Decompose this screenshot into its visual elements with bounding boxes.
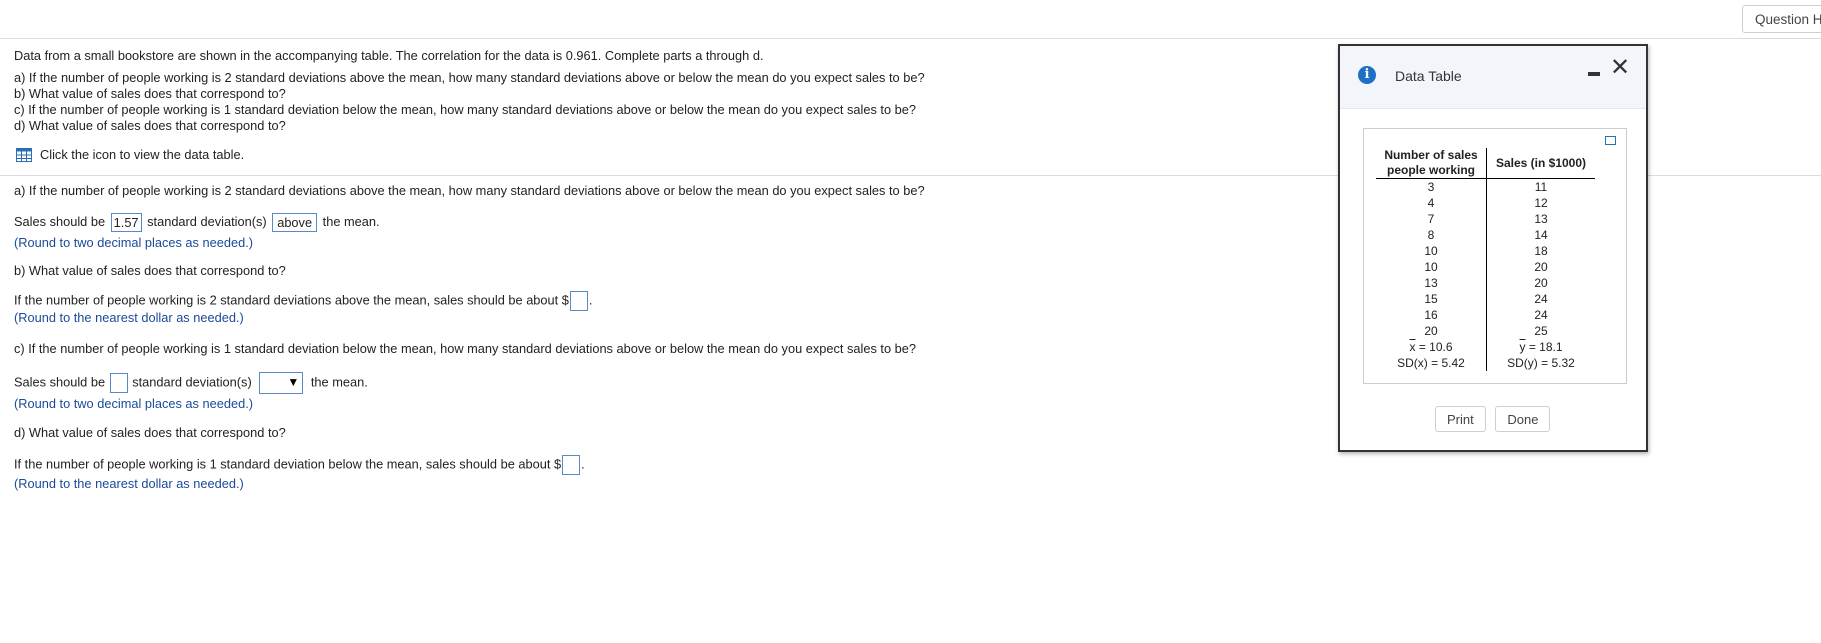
part-c-hint: (Round to two decimal places as needed.) [14, 396, 254, 411]
part-a-answer-field[interactable]: 1.57 [110, 213, 142, 232]
table-cell: 3 [1376, 178, 1487, 195]
top-bar: Question Help [0, 0, 1821, 39]
data-table: Number of sales people working Sales (in… [1376, 148, 1595, 371]
sd-x-cell: SD(x) = 5.42 [1376, 355, 1487, 371]
part-c-question: c) If the number of people working is 1 … [14, 341, 917, 356]
sd-y-cell: SD(y) = 5.32 [1507, 356, 1575, 370]
part-a-question: a) If the number of people working is 2 … [14, 183, 925, 198]
print-button[interactable]: Print [1435, 406, 1486, 432]
table-cell: 20 [1534, 276, 1548, 290]
table-cell: 10 [1376, 243, 1487, 259]
table-cell: 14 [1534, 228, 1548, 242]
part-a-middle: standard deviation(s) [147, 213, 267, 229]
y-mean-value: = 18.1 [1525, 340, 1563, 354]
table-cell: 16 [1376, 307, 1487, 323]
intro-question-d: d) What value of sales does that corresp… [14, 118, 286, 133]
view-data-table-link[interactable]: Click the icon to view the data table. [16, 147, 244, 162]
table-cell: 25 [1534, 324, 1548, 338]
table-cell: 18 [1534, 244, 1548, 258]
part-c-answer-row: Sales should be standard deviation(s) ▼ … [14, 372, 368, 394]
table-row: 15 24 [1376, 291, 1595, 307]
table-row: 16 24 [1376, 307, 1595, 323]
table-cell: 20 [1376, 323, 1487, 339]
part-c-direction-dropdown[interactable]: ▼ [259, 372, 304, 394]
part-d-answer-row: If the number of people working is 1 sta… [14, 455, 585, 475]
info-icon: i [1358, 66, 1376, 84]
dialog-title: Data Table [1395, 68, 1462, 84]
table-cell: 15 [1376, 291, 1487, 307]
table-row: 3 11 [1376, 178, 1595, 195]
x-mean-cell: x = 10.6 [1376, 339, 1487, 355]
part-a-answer-row: Sales should be 1.57 standard deviation(… [14, 213, 380, 232]
question-help-button[interactable]: Question Help [1742, 5, 1821, 33]
dropdown-arrow-icon: ▼ [287, 375, 300, 389]
part-c-middle: standard deviation(s) [132, 374, 252, 390]
part-d-question: d) What value of sales does that corresp… [14, 425, 286, 440]
intro-question-b: b) What value of sales does that corresp… [14, 86, 286, 101]
part-c-answer-field[interactable] [109, 373, 128, 393]
minimize-icon[interactable] [1588, 72, 1600, 76]
intro-question-a: a) If the number of people working is 2 … [14, 70, 925, 85]
part-d-answer-field[interactable] [562, 455, 581, 475]
table-row: 10 20 [1376, 259, 1595, 275]
intro-question-c: c) If the number of people working is 1 … [14, 102, 917, 117]
part-b-question: b) What value of sales does that corresp… [14, 263, 286, 278]
view-data-table-label: Click the icon to view the data table. [40, 147, 245, 162]
dialog-buttons: Print Done [1435, 406, 1556, 432]
table-row: 7 13 [1376, 211, 1595, 227]
column-header-people-line2: people working [1386, 163, 1475, 177]
column-header-people: Number of sales people working [1376, 148, 1487, 179]
table-row: 13 20 [1376, 275, 1595, 291]
intro-text: Data from a small bookstore are shown in… [14, 48, 764, 63]
part-a-suffix: the mean. [322, 213, 380, 229]
table-cell: 11 [1534, 180, 1548, 194]
sd-row: SD(x) = 5.42 SD(y) = 5.32 [1376, 355, 1595, 371]
close-icon[interactable]: ✕ [1610, 56, 1630, 80]
table-cell: 7 [1376, 211, 1487, 227]
part-d-suffix: . [581, 456, 585, 472]
part-b-prefix: If the number of people working is 2 sta… [14, 292, 569, 308]
table-cell: 4 [1376, 195, 1487, 211]
part-c-prefix: Sales should be [14, 374, 106, 390]
table-row: 8 14 [1376, 227, 1595, 243]
column-header-people-line1: Number of sales [1384, 148, 1478, 162]
y-mean-cell: y = 18.1 [1487, 339, 1596, 355]
data-table-container: Number of sales people working Sales (in… [1363, 128, 1627, 384]
copy-icon[interactable] [1605, 136, 1616, 145]
part-a-prefix: Sales should be [14, 213, 106, 229]
part-b-hint: (Round to the nearest dollar as needed.) [14, 310, 244, 325]
table-cell: 12 [1534, 196, 1548, 210]
table-cell: 24 [1534, 292, 1548, 306]
table-cell: 13 [1376, 275, 1487, 291]
table-row: 10 18 [1376, 243, 1595, 259]
grid-table-icon[interactable] [16, 147, 32, 162]
table-cell: 24 [1534, 308, 1548, 322]
part-c-suffix: the mean. [310, 374, 368, 390]
part-b-suffix: . [588, 292, 593, 308]
data-table-dialog: i Data Table ✕ Number of sales people wo… [1338, 44, 1648, 452]
done-button[interactable]: Done [1495, 406, 1551, 432]
mean-row: x = 10.6 y = 18.1 [1376, 339, 1595, 355]
part-b-answer-row: If the number of people working is 2 sta… [14, 291, 592, 311]
part-d-hint: (Round to the nearest dollar as needed.) [14, 476, 244, 491]
table-row: 20 25 [1376, 323, 1595, 339]
problem-statement: Data from a small bookstore are shown in… [14, 48, 1314, 134]
part-a-direction-select[interactable]: above [272, 213, 318, 232]
table-cell: 10 [1376, 259, 1487, 275]
table-cell: 13 [1534, 212, 1548, 226]
column-header-sales: Sales (in $1000) [1486, 148, 1595, 179]
x-mean-value: = 10.6 [1415, 340, 1453, 354]
table-cell: 8 [1376, 227, 1487, 243]
table-cell: 20 [1534, 260, 1548, 274]
dialog-header[interactable]: i Data Table ✕ [1340, 46, 1646, 109]
part-a-hint: (Round to two decimal places as needed.) [14, 235, 254, 250]
part-b-answer-field[interactable] [569, 291, 588, 311]
part-d-prefix: If the number of people working is 1 sta… [14, 456, 562, 472]
table-row: 4 12 [1376, 195, 1595, 211]
